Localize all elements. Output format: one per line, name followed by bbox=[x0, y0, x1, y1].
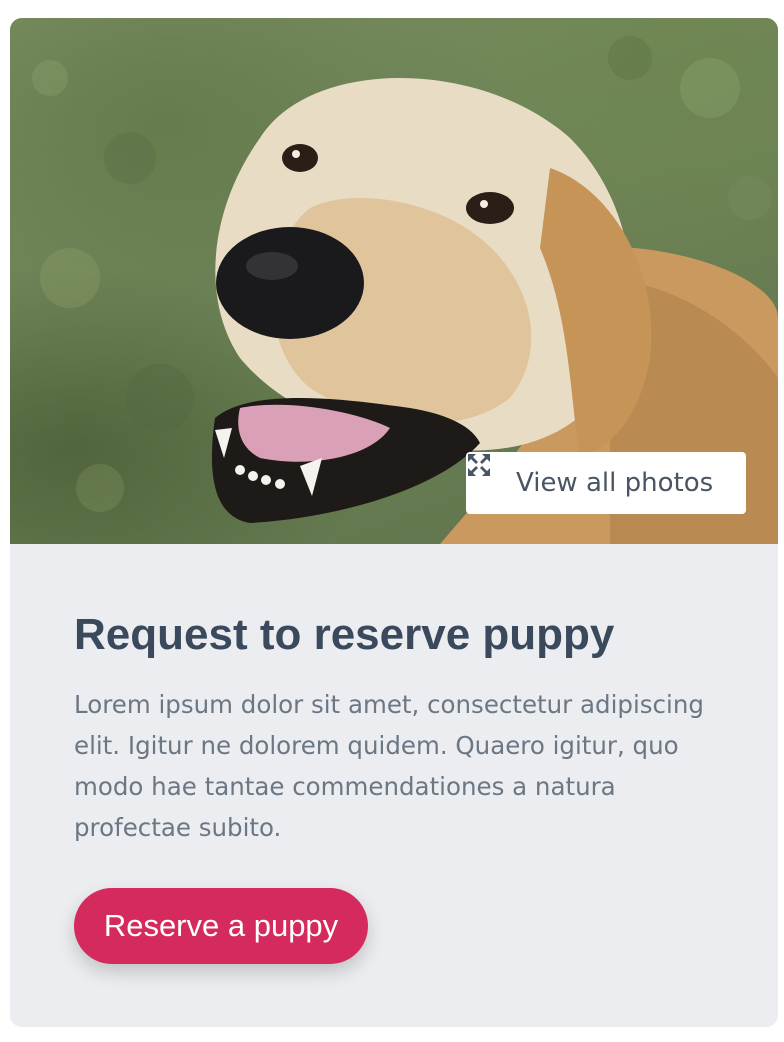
listing-card: View all photos Request to reserve puppy… bbox=[10, 18, 778, 1027]
dog-photo[interactable]: View all photos bbox=[10, 18, 778, 544]
card-description: Lorem ipsum dolor sit amet, consectetur … bbox=[74, 690, 704, 842]
expand-icon bbox=[468, 454, 508, 496]
view-all-photos-button[interactable]: View all photos bbox=[466, 452, 746, 514]
card-title: Request to reserve puppy bbox=[74, 610, 615, 659]
view-all-photos-label: View all photos bbox=[516, 468, 714, 498]
reserve-puppy-button[interactable]: Reserve a puppy bbox=[74, 888, 368, 964]
card-body: Request to reserve puppy Lorem ipsum dol… bbox=[74, 608, 734, 848]
